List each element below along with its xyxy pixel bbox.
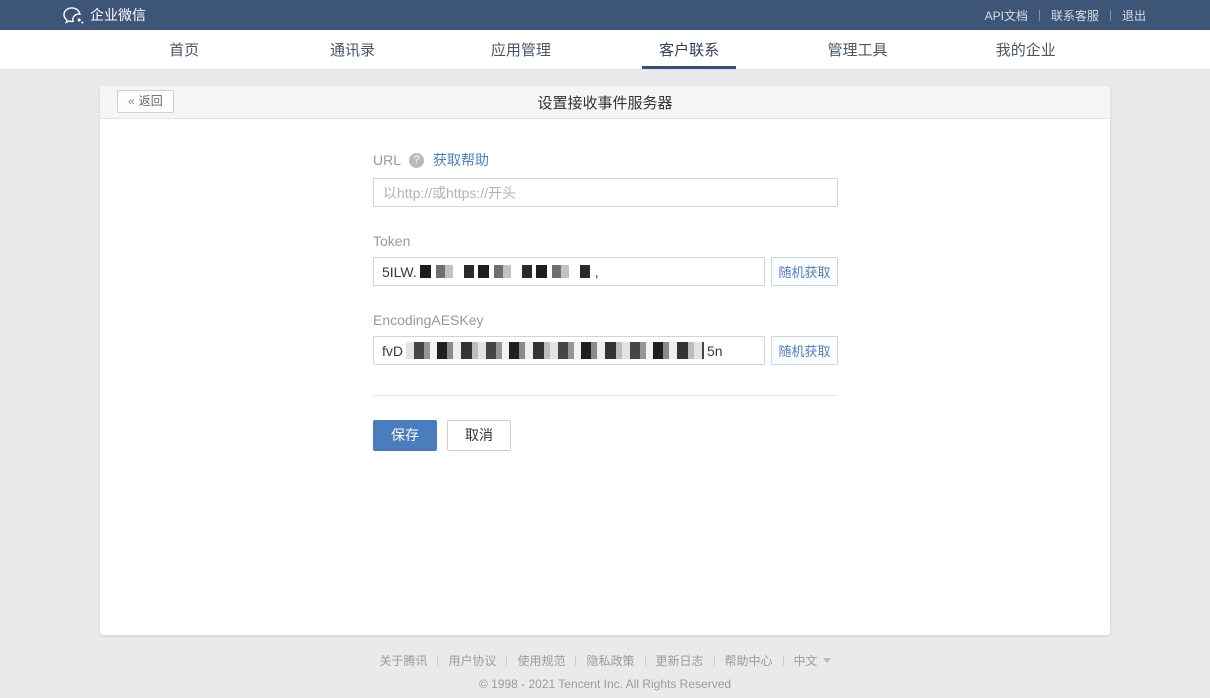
divider	[645, 656, 646, 666]
aeskey-visible-prefix: fvD	[382, 343, 403, 359]
cancel-button[interactable]: 取消	[447, 420, 511, 451]
footer-link-privacy-policy[interactable]: 隐私政策	[586, 652, 634, 669]
divider	[506, 656, 507, 666]
footer-link-changelog[interactable]: 更新日志	[656, 652, 704, 669]
aeskey-field-group: EncodingAESKey fvD 5n 随机获取	[373, 312, 838, 365]
brand-name: 企业微信	[90, 5, 146, 25]
aeskey-visible-suffix: 5n	[707, 343, 723, 359]
api-docs-link[interactable]: API文档	[983, 7, 1030, 24]
token-field-group: Token 5ILW. , 随机获取	[373, 233, 838, 286]
back-chevrons-icon: «	[128, 95, 135, 107]
url-field-group: URL ? 获取帮助	[373, 150, 838, 207]
footer-link-usage-rules[interactable]: 使用规范	[517, 652, 565, 669]
back-label: 返回	[139, 95, 163, 107]
url-input[interactable]	[373, 178, 838, 207]
redacted-token-value	[420, 265, 592, 278]
token-visible-prefix: 5ILW.	[382, 264, 417, 280]
main-nav: 首页 通讯录 应用管理 客户联系 管理工具 我的企业	[0, 30, 1210, 70]
divider	[437, 656, 438, 666]
get-help-link[interactable]: 获取帮助	[433, 150, 489, 170]
language-switcher[interactable]: 中文	[794, 652, 831, 669]
aeskey-label: EncodingAESKey	[373, 312, 484, 328]
tab-contacts[interactable]: 通讯录	[268, 30, 436, 69]
logout-link[interactable]: 退出	[1120, 7, 1148, 24]
caret-down-icon	[823, 658, 831, 663]
language-label: 中文	[794, 652, 818, 669]
form-divider	[373, 395, 838, 396]
page-title: 设置接收事件服务器	[537, 92, 672, 113]
aeskey-input[interactable]: fvD 5n	[373, 336, 765, 365]
server-settings-form: URL ? 获取帮助 Token 5ILW. , 随机获取	[373, 150, 838, 451]
tab-my-company[interactable]: 我的企业	[942, 30, 1110, 69]
token-label: Token	[373, 233, 410, 249]
footer-link-user-agreement[interactable]: 用户协议	[448, 652, 496, 669]
divider	[1039, 10, 1040, 21]
copyright-text: © 1998 - 2021 Tencent Inc. All Rights Re…	[0, 677, 1210, 691]
footer-link-about-tencent[interactable]: 关于腾讯	[379, 652, 427, 669]
tab-home[interactable]: 首页	[100, 30, 268, 69]
divider	[575, 656, 576, 666]
token-random-generate-button[interactable]: 随机获取	[771, 257, 838, 286]
tab-app-management[interactable]: 应用管理	[437, 30, 605, 69]
card-body: URL ? 获取帮助 Token 5ILW. , 随机获取	[100, 119, 1110, 635]
divider	[714, 656, 715, 666]
aeskey-random-generate-button[interactable]: 随机获取	[771, 336, 838, 365]
redacted-aeskey-value	[406, 342, 704, 359]
back-button[interactable]: « 返回	[117, 90, 174, 113]
save-button[interactable]: 保存	[373, 420, 437, 451]
tab-management-tools[interactable]: 管理工具	[773, 30, 941, 69]
card-header: « 返回 设置接收事件服务器	[100, 86, 1110, 119]
footer: 关于腾讯 用户协议 使用规范 隐私政策 更新日志 帮助中心 中文 © 1998 …	[0, 652, 1210, 691]
footer-link-help-center[interactable]: 帮助中心	[725, 652, 773, 669]
wework-logo-icon	[63, 7, 84, 24]
url-label: URL	[373, 152, 401, 168]
tab-customer-contact[interactable]: 客户联系	[605, 30, 773, 69]
topbar-links: API文档 联系客服 退出	[983, 7, 1148, 24]
contact-support-link[interactable]: 联系客服	[1049, 7, 1101, 24]
divider	[783, 656, 784, 666]
divider	[1110, 10, 1111, 21]
topbar: 企业微信 API文档 联系客服 退出	[0, 0, 1210, 30]
brand[interactable]: 企业微信	[63, 5, 146, 25]
settings-card: « 返回 设置接收事件服务器 URL ? 获取帮助 Token	[100, 86, 1110, 635]
help-icon[interactable]: ?	[409, 153, 424, 168]
token-input[interactable]: 5ILW. ,	[373, 257, 765, 286]
token-visible-suffix: ,	[595, 264, 599, 280]
